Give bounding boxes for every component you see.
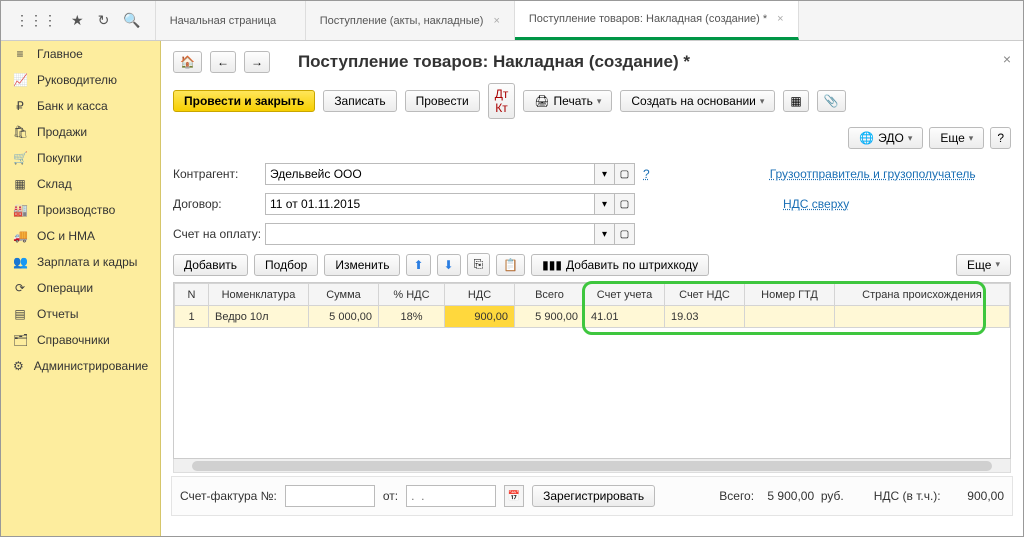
- contractor-label: Контрагент:: [173, 167, 265, 181]
- print-button[interactable]: 🖨 Печать: [523, 90, 612, 112]
- forward-button[interactable]: →: [244, 51, 270, 73]
- sidebar-item-8[interactable]: 👥Зарплата и кадры: [1, 249, 160, 275]
- invoice-label: Счет на оплату:: [173, 227, 265, 241]
- edo-button[interactable]: 🌐 ЭДО: [848, 127, 923, 149]
- column-header[interactable]: Счет учета: [585, 284, 665, 306]
- column-header[interactable]: Сумма: [309, 284, 379, 306]
- star-icon[interactable]: ★: [71, 12, 84, 29]
- sidebar-icon: 🛍: [13, 125, 27, 139]
- contractor-input[interactable]: [265, 163, 595, 185]
- table-row[interactable]: 1Ведро 10л5 000,0018%900,005 900,0041.01…: [175, 306, 1010, 328]
- tab-2[interactable]: Поступление товаров: Накладная (создание…: [515, 1, 799, 40]
- column-header[interactable]: Номенклатура: [209, 284, 309, 306]
- sidebar-icon: 🗂: [13, 333, 27, 347]
- sidebar-item-12[interactable]: ⚙Администрирование: [1, 353, 160, 379]
- sidebar-icon: ≡: [13, 47, 27, 61]
- sidebar-item-0[interactable]: ≡Главное: [1, 41, 160, 67]
- sidebar-item-5[interactable]: ▦Склад: [1, 171, 160, 197]
- contract-open-icon[interactable]: ▢: [615, 193, 635, 215]
- vat-note-label: НДС (в т.ч.):: [874, 489, 941, 503]
- sidebar-item-11[interactable]: 🗂Справочники: [1, 327, 160, 353]
- contract-dropdown-icon[interactable]: ▾: [595, 193, 615, 215]
- sidebar-icon: ⟳: [13, 281, 27, 295]
- attach-button[interactable]: 📎: [817, 90, 846, 112]
- back-button[interactable]: ←: [210, 51, 236, 73]
- sidebar-item-10[interactable]: ▤Отчеты: [1, 301, 160, 327]
- invoice-input[interactable]: [265, 223, 595, 245]
- column-header[interactable]: Страна происхождения: [835, 284, 1010, 306]
- search-icon[interactable]: 🔍: [123, 12, 140, 29]
- column-header[interactable]: НДС: [445, 284, 515, 306]
- column-header[interactable]: Всего: [515, 284, 585, 306]
- contractor-help-icon[interactable]: ?: [643, 167, 650, 181]
- history-icon[interactable]: ↻: [98, 12, 110, 29]
- close-icon[interactable]: ×: [1003, 51, 1011, 67]
- sidebar-item-2[interactable]: ₽Банк и касса: [1, 93, 160, 119]
- total-value: 5 900,00: [767, 489, 814, 503]
- sidebar-icon: ▤: [13, 307, 27, 321]
- help-button[interactable]: ?: [990, 127, 1011, 149]
- tab-0[interactable]: Начальная страница: [156, 1, 306, 40]
- sidebar-item-1[interactable]: 📈Руководителю: [1, 67, 160, 93]
- copy-button[interactable]: ⎘: [467, 253, 491, 276]
- sidebar-icon: ₽: [13, 99, 27, 113]
- create-based-button[interactable]: Создать на основании: [620, 90, 775, 112]
- table-more-button[interactable]: Еще: [956, 254, 1011, 276]
- from-label: от:: [383, 489, 398, 503]
- total-label: Всего:: [719, 489, 754, 503]
- date-picker-icon[interactable]: 📅: [504, 485, 524, 507]
- sidebar-icon: 🏭: [13, 203, 27, 217]
- edit-row-button[interactable]: Изменить: [324, 254, 400, 276]
- dtkt-button[interactable]: ДтКт: [488, 83, 516, 119]
- sidebar-item-6[interactable]: 🏭Производство: [1, 197, 160, 223]
- sidebar-icon: 🚚: [13, 229, 27, 243]
- invoice-date-input[interactable]: [406, 485, 496, 507]
- invoice-no-label: Счет-фактура №:: [180, 489, 277, 503]
- move-up-button[interactable]: ⬆: [406, 254, 430, 276]
- sidebar-item-9[interactable]: ⟳Операции: [1, 275, 160, 301]
- tab-close-icon[interactable]: ×: [493, 15, 499, 27]
- column-header[interactable]: Счет НДС: [665, 284, 745, 306]
- more-button[interactable]: Еще: [929, 127, 984, 149]
- sidebar-icon: ▦: [13, 177, 27, 191]
- post-and-close-button[interactable]: Провести и закрыть: [173, 90, 315, 112]
- column-header[interactable]: N: [175, 284, 209, 306]
- sidebar-icon: 📈: [13, 73, 27, 87]
- barcode-button[interactable]: ▮▮▮ Добавить по штрихкоду: [531, 254, 709, 276]
- move-down-button[interactable]: ⬇: [437, 254, 461, 276]
- sidebar-icon: 👥: [13, 255, 27, 269]
- scan-button[interactable]: ▦: [783, 90, 808, 112]
- currency: руб.: [821, 489, 844, 503]
- save-button[interactable]: Записать: [323, 90, 396, 112]
- vat-link[interactable]: НДС сверху: [783, 197, 849, 211]
- column-header[interactable]: Номер ГТД: [745, 284, 835, 306]
- shipper-link[interactable]: Грузоотправитель и грузополучатель: [770, 167, 976, 181]
- invoice-open-icon[interactable]: ▢: [615, 223, 635, 245]
- sidebar-item-4[interactable]: 🛒Покупки: [1, 145, 160, 171]
- horizontal-scrollbar[interactable]: [173, 459, 1011, 473]
- invoice-no-input[interactable]: [285, 485, 375, 507]
- column-header[interactable]: % НДС: [379, 284, 445, 306]
- paste-button[interactable]: 📋: [496, 254, 525, 276]
- items-table[interactable]: NНоменклатураСумма% НДСНДСВсегоСчет учет…: [173, 282, 1011, 459]
- page-title: Поступление товаров: Накладная (создание…: [298, 52, 690, 72]
- pick-button[interactable]: Подбор: [254, 254, 318, 276]
- sidebar-item-3[interactable]: 🛍Продажи: [1, 119, 160, 145]
- tab-1[interactable]: Поступление (акты, накладные)×: [306, 1, 515, 40]
- apps-icon[interactable]: ⋮⋮⋮: [15, 12, 57, 29]
- tab-close-icon[interactable]: ×: [777, 13, 783, 25]
- invoice-dropdown-icon[interactable]: ▾: [595, 223, 615, 245]
- sidebar-icon: 🛒: [13, 151, 27, 165]
- register-button[interactable]: Зарегистрировать: [532, 485, 655, 507]
- contractor-open-icon[interactable]: ▢: [615, 163, 635, 185]
- sidebar-icon: ⚙: [13, 359, 24, 373]
- contract-label: Договор:: [173, 197, 265, 211]
- contract-input[interactable]: [265, 193, 595, 215]
- post-button[interactable]: Провести: [405, 90, 480, 112]
- home-button[interactable]: 🏠: [173, 51, 202, 73]
- vat-note-value: 900,00: [967, 489, 1004, 503]
- sidebar-item-7[interactable]: 🚚ОС и НМА: [1, 223, 160, 249]
- add-row-button[interactable]: Добавить: [173, 254, 248, 276]
- contractor-dropdown-icon[interactable]: ▾: [595, 163, 615, 185]
